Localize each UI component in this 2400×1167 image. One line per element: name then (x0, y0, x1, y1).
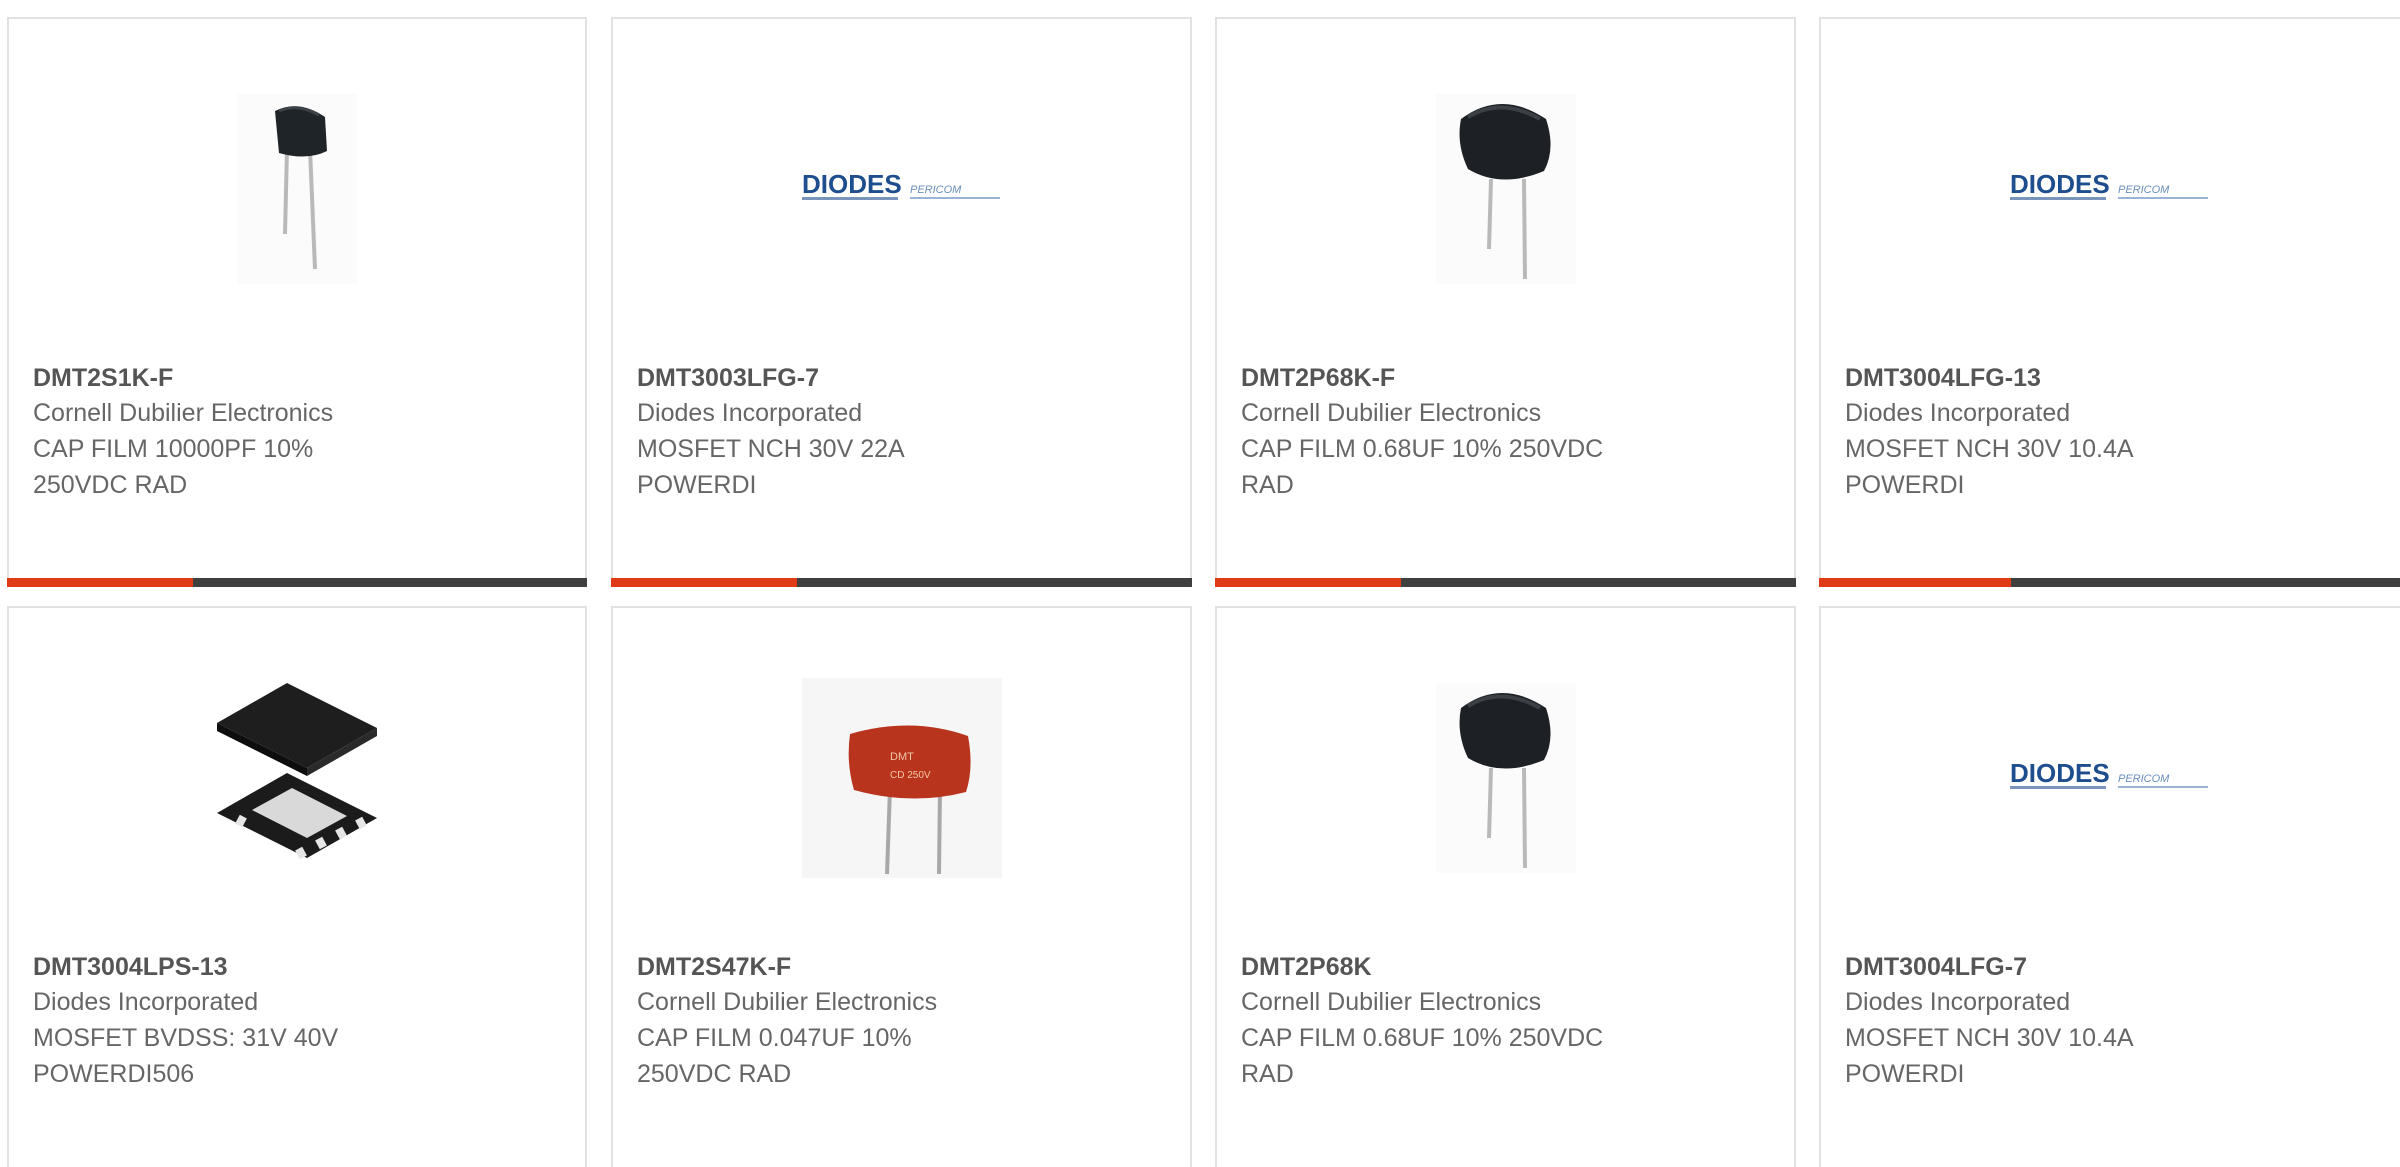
progress-bar (611, 578, 1192, 587)
product-card[interactable]: DMT2P68K-F Cornell Dubilier Electronics … (1215, 17, 1796, 587)
pericom-logo-text: PERICOM (910, 184, 962, 196)
progress-fill (1215, 578, 1401, 587)
diodes-logo-text: DIODES (802, 169, 902, 199)
description: MOSFET BVDSS: 31V 40V POWERDI506 (33, 1024, 339, 1088)
part-number[interactable]: DMT2P68K-F (1241, 361, 1774, 395)
diodes-logo[interactable]: DIODES PERICOM (2010, 678, 2210, 878)
description: CAP FILM 0.047UF 10% 250VDC RAD (637, 1024, 912, 1088)
capacitor-marking-2: CD 250V (890, 770, 931, 781)
pericom-logo-text: PERICOM (2118, 184, 2170, 196)
description: MOSFET NCH 30V 10.4A POWERDI (1845, 1024, 2134, 1088)
description: MOSFET NCH 30V 22A POWERDI (637, 435, 905, 499)
manufacturer: Cornell Dubilier Electronics (1241, 988, 1542, 1016)
manufacturer: Diodes Incorporated (637, 399, 863, 427)
product-card[interactable]: DMT CD 250V DMT2S47K-F Cornell Dubilier … (611, 606, 1192, 1167)
part-number[interactable]: DMT2P68K (1241, 950, 1774, 984)
part-number[interactable]: DMT3003LFG-7 (637, 361, 1170, 395)
product-card[interactable]: DMT3004LPS-13 Diodes Incorporated MOSFET… (7, 606, 587, 1167)
capacitor-large-icon[interactable] (1406, 678, 1606, 878)
description: CAP FILM 10000PF 10% 250VDC RAD (33, 435, 314, 499)
description: MOSFET NCH 30V 10.4A POWERDI (1845, 435, 2134, 499)
manufacturer: Diodes Incorporated (1845, 988, 2071, 1016)
part-number[interactable]: DMT2S1K-F (33, 361, 565, 395)
diodes-logo[interactable]: DIODES PERICOM (2010, 89, 2210, 289)
capacitor-marking-1: DMT (890, 751, 914, 763)
capacitor-small-icon[interactable] (197, 89, 397, 289)
progress-fill (7, 578, 193, 587)
part-number[interactable]: DMT3004LPS-13 (33, 950, 565, 984)
part-number[interactable]: DMT3004LFG-13 (1845, 361, 2399, 395)
product-grid: DMT2S1K-F Cornell Dubilier Electronics C… (0, 0, 2400, 1167)
diodes-logo-text: DIODES (2010, 758, 2110, 788)
progress-bar (1819, 578, 2400, 587)
progress-bar (7, 578, 587, 587)
diodes-logo[interactable]: DIODES PERICOM (801, 89, 1002, 289)
progress-bar (1215, 578, 1796, 587)
product-card[interactable]: DIODES PERICOM DMT3004LFG-13 Diodes Inco… (1819, 17, 2400, 587)
manufacturer: Cornell Dubilier Electronics (637, 988, 938, 1016)
manufacturer: Diodes Incorporated (1845, 399, 2071, 427)
red-capacitor-icon[interactable]: DMT CD 250V (801, 678, 1002, 878)
part-number[interactable]: DMT2S47K-F (637, 950, 1170, 984)
manufacturer: Cornell Dubilier Electronics (1241, 399, 1542, 427)
progress-fill (611, 578, 797, 587)
description: CAP FILM 0.68UF 10% 250VDC RAD (1241, 435, 1604, 499)
product-card[interactable]: DMT2S1K-F Cornell Dubilier Electronics C… (7, 17, 587, 587)
progress-fill (1819, 578, 2011, 587)
product-card[interactable]: DIODES PERICOM DMT3003LFG-7 Diodes Incor… (611, 17, 1192, 587)
capacitor-large-icon[interactable] (1406, 89, 1606, 289)
product-card[interactable]: DMT2P68K Cornell Dubilier Electronics CA… (1215, 606, 1796, 1167)
diodes-logo-text: DIODES (2010, 169, 2110, 199)
pericom-logo-text: PERICOM (2118, 773, 2170, 785)
part-number[interactable]: DMT3004LFG-7 (1845, 950, 2399, 984)
powerdi-package-icon[interactable] (197, 678, 397, 878)
product-card[interactable]: DIODES PERICOM DMT3004LFG-7 Diodes Incor… (1819, 606, 2400, 1167)
manufacturer: Diodes Incorporated (33, 988, 259, 1016)
manufacturer: Cornell Dubilier Electronics (33, 399, 334, 427)
description: CAP FILM 0.68UF 10% 250VDC RAD (1241, 1024, 1604, 1088)
